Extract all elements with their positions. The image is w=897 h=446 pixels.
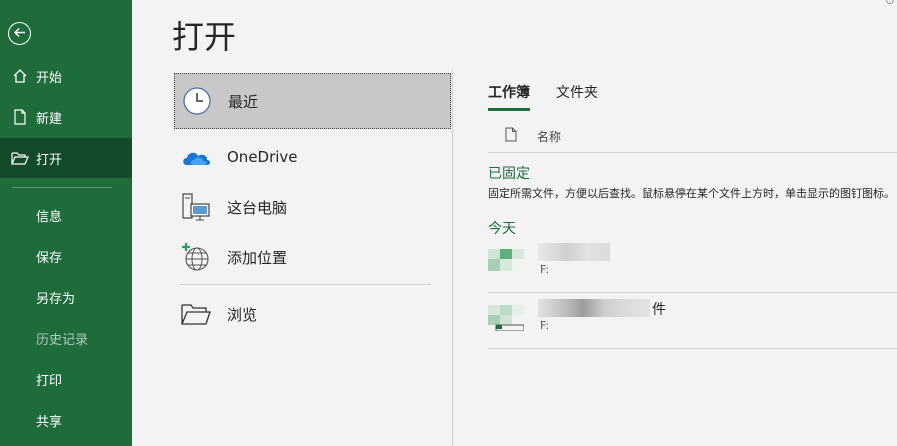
today-section-title: 今天 bbox=[488, 221, 516, 237]
page-title: 打开 bbox=[172, 18, 237, 56]
backstage-sidebar: 开始 新建 打开 信息 保存 另存为 历史记录 打印 共享 bbox=[0, 0, 132, 446]
excel-file-icon bbox=[488, 245, 524, 275]
location-browse-label: 浏览 bbox=[227, 305, 258, 324]
nav-home-label: 开始 bbox=[36, 70, 63, 86]
window-corner-indicator bbox=[886, 0, 894, 4]
location-add-place[interactable]: 添加位置 bbox=[174, 229, 451, 285]
nav-save-as-label: 另存为 bbox=[36, 291, 76, 307]
add-location-globe-icon bbox=[180, 241, 212, 273]
location-browse[interactable]: 浏览 bbox=[174, 286, 451, 342]
nav-home[interactable]: 开始 bbox=[0, 56, 132, 96]
file-path: F: bbox=[540, 319, 550, 332]
nav-info-label: 信息 bbox=[36, 209, 63, 225]
nav-new-label: 新建 bbox=[36, 111, 63, 127]
pinned-description: 固定所需文件，方便以后查找。鼠标悬停在某个文件上方时，单击显示的图钉图标。 bbox=[488, 187, 895, 200]
nav-save[interactable]: 保存 bbox=[0, 236, 132, 276]
nav-print[interactable]: 打印 bbox=[0, 359, 132, 399]
home-icon bbox=[11, 67, 29, 85]
file-path: F: bbox=[540, 263, 550, 276]
clock-icon bbox=[181, 85, 213, 117]
open-folder-icon bbox=[11, 149, 29, 167]
nav-divider bbox=[12, 187, 112, 188]
nav-open[interactable]: 打开 bbox=[0, 138, 132, 178]
nav-save-as[interactable]: 另存为 bbox=[0, 277, 132, 317]
nav-info[interactable]: 信息 bbox=[0, 195, 132, 235]
new-document-icon bbox=[11, 108, 29, 126]
arrow-left-icon bbox=[13, 24, 26, 43]
nav-history: 历史记录 bbox=[0, 318, 132, 358]
onedrive-cloud-icon bbox=[180, 141, 212, 173]
this-pc-icon bbox=[180, 191, 212, 223]
location-divider bbox=[180, 284, 431, 285]
file-tabs: 工作簿 文件夹 bbox=[488, 82, 624, 111]
nav-share-label: 共享 bbox=[36, 414, 63, 430]
recent-file-row[interactable]: 件 F: bbox=[488, 293, 897, 349]
recent-file-row[interactable]: F: bbox=[488, 237, 897, 293]
location-onedrive[interactable]: OneDrive bbox=[174, 129, 451, 185]
excel-file-icon bbox=[488, 301, 525, 332]
nav-save-label: 保存 bbox=[36, 250, 63, 266]
location-recent[interactable]: 最近 bbox=[174, 73, 451, 129]
nav-new[interactable]: 新建 bbox=[0, 97, 132, 137]
location-add-place-label: 添加位置 bbox=[227, 248, 288, 267]
file-icon bbox=[505, 127, 517, 145]
location-onedrive-label: OneDrive bbox=[227, 148, 298, 166]
column-name-header[interactable]: 名称 bbox=[537, 128, 561, 145]
location-recent-label: 最近 bbox=[228, 92, 259, 111]
nav-share[interactable]: 共享 bbox=[0, 400, 132, 440]
folder-icon bbox=[180, 298, 212, 330]
file-name-suffix: 件 bbox=[652, 302, 666, 318]
panel-divider bbox=[452, 70, 453, 446]
nav-history-label: 历史记录 bbox=[36, 332, 89, 348]
file-list-header: 名称 bbox=[488, 120, 897, 153]
nav-open-label: 打开 bbox=[36, 152, 63, 168]
tab-workbooks[interactable]: 工作簿 bbox=[488, 82, 530, 111]
tab-folders[interactable]: 文件夹 bbox=[556, 82, 598, 111]
nav-print-label: 打印 bbox=[36, 373, 63, 389]
back-button[interactable] bbox=[8, 22, 31, 45]
location-this-pc[interactable]: 这台电脑 bbox=[174, 179, 451, 235]
location-this-pc-label: 这台电脑 bbox=[227, 198, 288, 217]
pinned-section-title: 已固定 bbox=[488, 166, 530, 182]
